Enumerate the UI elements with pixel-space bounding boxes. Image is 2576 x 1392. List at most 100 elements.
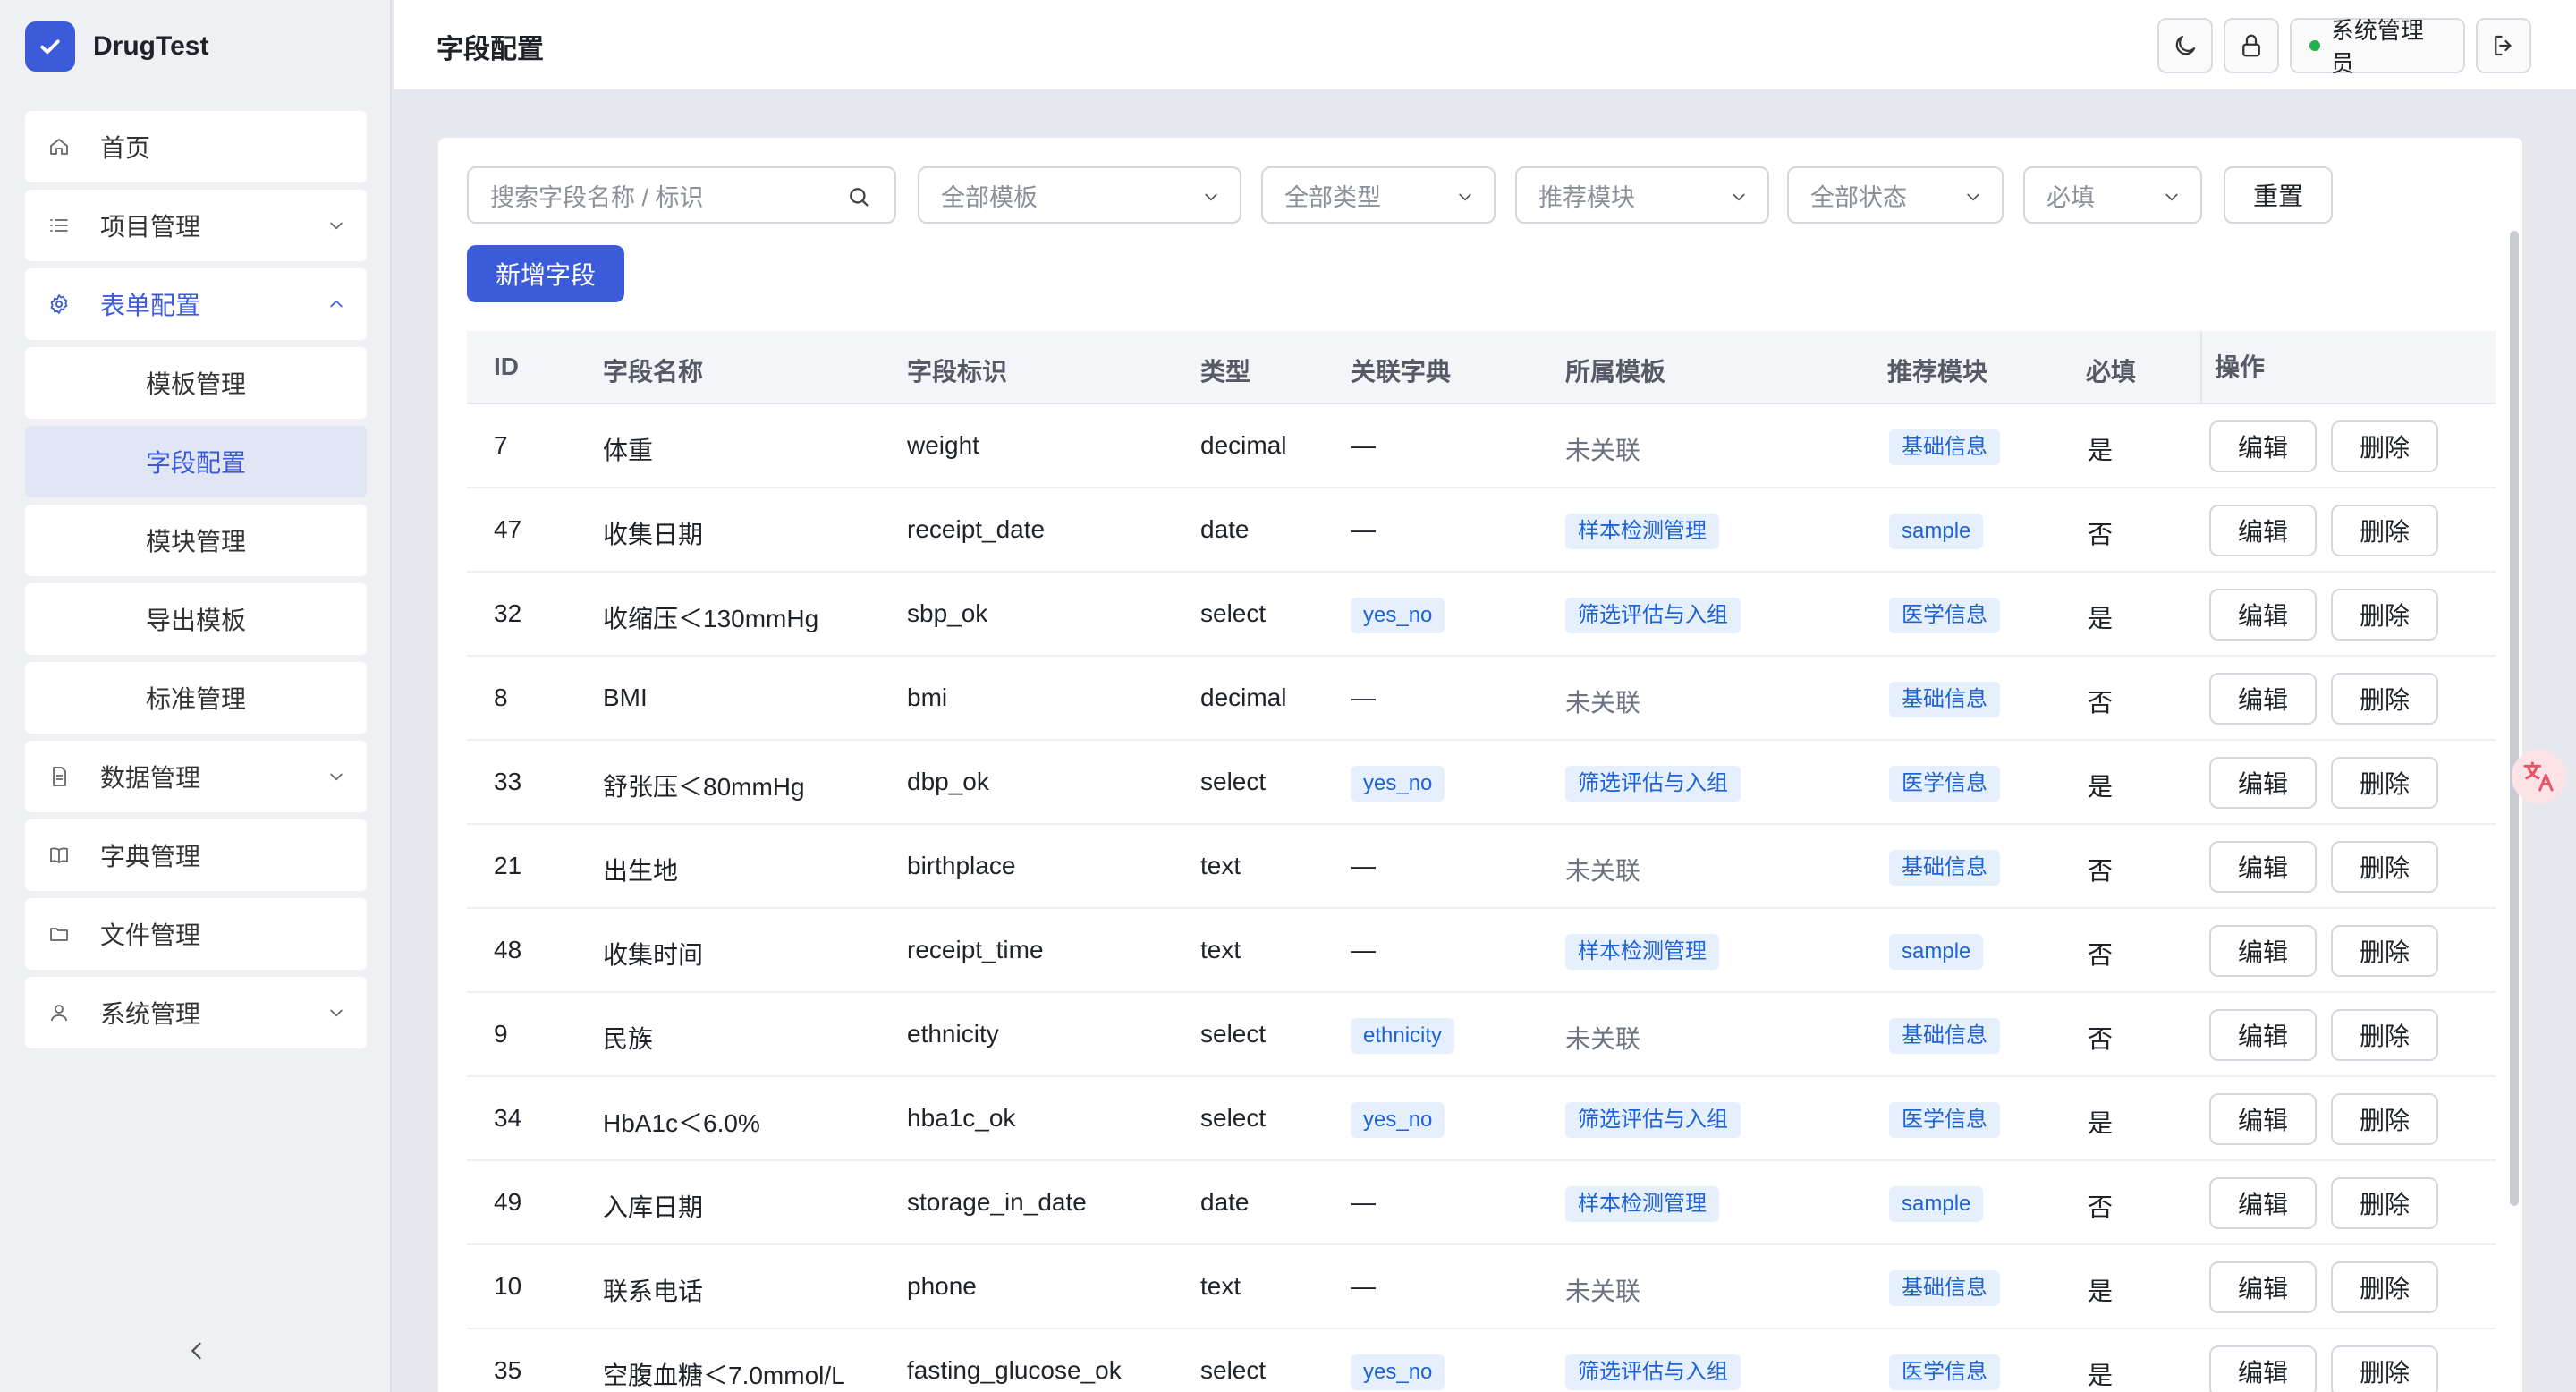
online-status-dot (2309, 40, 2320, 51)
sidebar: DrugTest 首页 项目管理 表单配置 模板管理 字段配置 模块管理 导出模… (0, 0, 392, 1392)
lock-button[interactable] (2224, 18, 2279, 73)
cell-template: 未关联 (1565, 857, 1641, 885)
type-select-value: 全部类型 (1284, 183, 1381, 211)
chevron-down-icon (2165, 193, 2178, 201)
chevron-down-icon (1459, 193, 1471, 201)
logout-button[interactable] (2476, 18, 2531, 73)
delete-button[interactable]: 删除 (2331, 1009, 2438, 1061)
edit-button[interactable]: 编辑 (2209, 673, 2317, 725)
required-select[interactable]: 必填 (2023, 166, 2202, 224)
cell-id: 49 (494, 1188, 522, 1216)
cell-id: 8 (494, 683, 508, 711)
delete-button[interactable]: 删除 (2331, 1093, 2438, 1145)
sidebar-item-form-config[interactable]: 表单配置 (25, 268, 367, 340)
status-select[interactable]: 全部状态 (1787, 166, 2004, 224)
delete-button[interactable]: 删除 (2331, 589, 2438, 641)
cell-id: 9 (494, 1020, 508, 1048)
cell-name: 收集时间 (603, 941, 704, 969)
folder-icon (50, 928, 68, 941)
edit-button[interactable]: 编辑 (2209, 757, 2317, 809)
cell-name: BMI (603, 683, 648, 711)
search-input[interactable]: 搜索字段名称 / 标识 (467, 166, 896, 224)
cell-key: phone (907, 1272, 977, 1300)
cell-name: 入库日期 (603, 1193, 704, 1221)
logout-icon (2495, 35, 2512, 56)
cell-template: 未关联 (1565, 689, 1641, 717)
sidebar-subitem-fields[interactable]: 字段配置 (25, 426, 367, 497)
edit-button[interactable]: 编辑 (2209, 589, 2317, 641)
edit-button[interactable]: 编辑 (2209, 1009, 2317, 1061)
template-select[interactable]: 全部模板 (918, 166, 1241, 224)
cell-required: 否 (2088, 857, 2114, 885)
column-header-required: 必填 (2086, 358, 2137, 386)
brand[interactable]: DrugTest (25, 20, 208, 73)
table-body: 7 体重 weight decimal — 未关联 基础信息是编辑 删除 47 收集日期 recei… (467, 404, 2496, 1392)
module-tag: 基础信息 (1889, 429, 2000, 465)
sidebar-item-data[interactable]: 数据管理 (25, 741, 367, 812)
cell-key: ethnicity (907, 1020, 999, 1048)
module-select-value: 推荐模块 (1538, 183, 1635, 211)
delete-button[interactable]: 删除 (2331, 1261, 2438, 1313)
module-tag: 医学信息 (1889, 766, 2000, 802)
cell-template: 未关联 (1565, 1277, 1641, 1305)
edit-button[interactable]: 编辑 (2209, 1345, 2317, 1392)
checkbox-logo-icon (25, 21, 75, 72)
sidebar-item-dictionary[interactable]: 字典管理 (25, 819, 367, 891)
sidebar-item-label: 系统管理 (100, 1000, 201, 1028)
cell-required: 是 (2088, 1362, 2114, 1389)
table-row: 21 出生地 birthplace text — 未关联 基础信息 否 编辑 删除 (467, 825, 2496, 909)
cell-id: 48 (494, 936, 522, 963)
edit-button[interactable]: 编辑 (2209, 420, 2317, 472)
delete-button[interactable]: 删除 (2331, 420, 2438, 472)
delete-button[interactable]: 删除 (2331, 757, 2438, 809)
user-menu[interactable]: 系统管理员 (2290, 17, 2465, 77)
sidebar-subitem-modules[interactable]: 模块管理 (25, 505, 367, 576)
edit-button[interactable]: 编辑 (2209, 1261, 2317, 1313)
sidebar-item-home[interactable]: 首页 (25, 111, 367, 182)
delete-button[interactable]: 删除 (2331, 841, 2438, 893)
table-row: 7 体重 weight decimal — 未关联 基础信息 是 编辑 删除 (467, 404, 2496, 488)
cell-name: 民族 (603, 1025, 654, 1053)
delete-button[interactable]: 删除 (2331, 925, 2438, 977)
translate-button[interactable] (2512, 750, 2565, 803)
header: 字段配置 系统管理员 (394, 0, 2576, 91)
sidebar-item-system[interactable]: 系统管理 (25, 977, 367, 1048)
edit-button[interactable]: 编辑 (2209, 1177, 2317, 1229)
cell-id: 32 (494, 599, 522, 627)
scrollbar[interactable] (2510, 231, 2519, 1206)
sidebar-item-files[interactable]: 文件管理 (25, 898, 367, 970)
edit-button[interactable]: 编辑 (2209, 1093, 2317, 1145)
table-row: 49 入库日期 storage_in_date date — 样本检测管理 sample 否 编… (467, 1161, 2496, 1245)
sidebar-subitem-standards[interactable]: 标准管理 (25, 662, 367, 734)
cell-name: 联系电话 (603, 1277, 704, 1305)
collapse-sidebar-icon[interactable] (184, 1338, 209, 1363)
delete-button[interactable]: 删除 (2331, 1345, 2438, 1392)
cell-type: date (1200, 1188, 1250, 1216)
sidebar-subitem-export-templates[interactable]: 导出模板 (25, 583, 367, 655)
delete-button[interactable]: 删除 (2331, 673, 2438, 725)
theme-toggle-button[interactable] (2157, 18, 2213, 73)
edit-button[interactable]: 编辑 (2209, 505, 2317, 556)
add-field-button[interactable]: 新增字段 (467, 245, 624, 302)
cell-type: select (1200, 768, 1267, 795)
edit-button[interactable]: 编辑 (2209, 925, 2317, 977)
cell-required: 否 (2088, 941, 2114, 969)
module-tag: sample (1889, 1186, 1984, 1222)
dict-tag: yes_no (1351, 1354, 1445, 1390)
sidebar-item-projects[interactable]: 项目管理 (25, 190, 367, 261)
module-tag: 基础信息 (1889, 850, 2000, 886)
table-row: 10 联系电话 phone text — 未关联 基础信息 是 编辑 删除 (467, 1245, 2496, 1329)
column-header-type: 类型 (1200, 358, 1251, 386)
delete-button[interactable]: 删除 (2331, 1177, 2438, 1229)
table-row: 8 BMI bmi decimal — 未关联 基础信息 否 编辑 删除 (467, 657, 2496, 741)
column-header-id: ID (494, 352, 519, 380)
sidebar-subitem-templates[interactable]: 模板管理 (25, 347, 367, 419)
sidebar-item-label: 字典管理 (100, 843, 201, 870)
module-select[interactable]: 推荐模块 (1515, 166, 1769, 224)
type-select[interactable]: 全部类型 (1261, 166, 1496, 224)
delete-button[interactable]: 删除 (2331, 505, 2438, 556)
template-select-value: 全部模板 (941, 183, 1038, 211)
edit-button[interactable]: 编辑 (2209, 841, 2317, 893)
reset-button[interactable]: 重置 (2224, 166, 2333, 224)
table-header: ID 字段名称 字段标识 类型 关联字典 所属模板 推荐模块 必填 操作 (467, 331, 2496, 404)
